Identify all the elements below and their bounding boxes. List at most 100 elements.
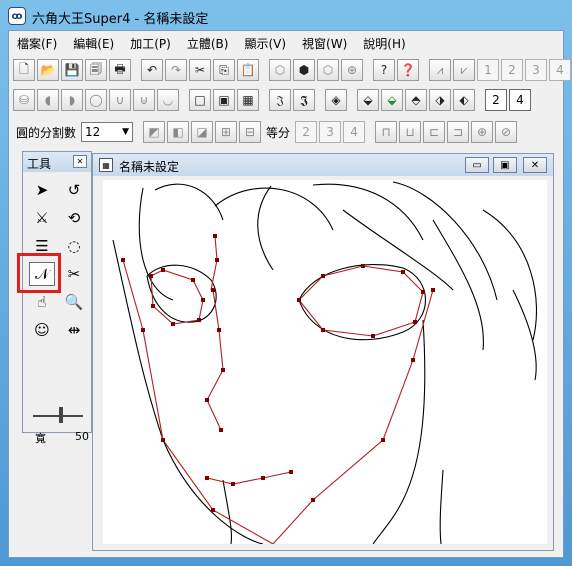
- cylinder-half-button[interactable]: ◖: [37, 89, 59, 111]
- document-title-bar[interactable]: ▦ 名稱未設定 ▭ ▣ ✕: [93, 154, 553, 176]
- polygon-view-button[interactable]: ⬡: [269, 59, 291, 81]
- grid-number-2[interactable]: 2: [485, 89, 507, 111]
- toolbar-separator: [367, 121, 373, 143]
- control-point: [321, 274, 325, 278]
- menu-file[interactable]: 檔案(F): [9, 33, 65, 53]
- cylinder-button[interactable]: ⛁: [13, 89, 35, 111]
- select-tool[interactable]: ➤: [29, 178, 55, 202]
- save-button[interactable]: 💾: [61, 59, 83, 81]
- cup-open-button[interactable]: ⊍: [133, 89, 155, 111]
- cube-outline-button[interactable]: ⬗: [429, 89, 451, 111]
- axis-button-1[interactable]: ⩘: [429, 59, 451, 81]
- text-fx-bold-button[interactable]: 𝕵: [293, 89, 315, 111]
- hand-tool[interactable]: ☝: [29, 290, 55, 314]
- tube-button[interactable]: ◯: [85, 89, 107, 111]
- rectangle-button[interactable]: □: [189, 89, 211, 111]
- cup-button[interactable]: ∪: [109, 89, 131, 111]
- toolbar-separator: [349, 89, 355, 111]
- cut-tool[interactable]: ✂: [61, 262, 87, 286]
- align-icon: ⊔: [405, 125, 415, 139]
- spline-path: [122, 259, 434, 545]
- wire-view-button[interactable]: ⬡: [317, 59, 339, 81]
- copy-button[interactable]: ⎘: [213, 59, 235, 81]
- menu-window[interactable]: 視窗(W): [294, 33, 355, 53]
- tool-palette-close-button[interactable]: ✕: [73, 155, 87, 168]
- tool-palette-title-bar[interactable]: 工具 ✕: [23, 152, 91, 172]
- view-number-3[interactable]: 3: [525, 59, 547, 81]
- question-icon: ?: [380, 63, 388, 77]
- redo-button[interactable]: ↷: [165, 59, 187, 81]
- control-point: [201, 298, 205, 302]
- lasso-tool[interactable]: ◌: [61, 234, 87, 258]
- view-number-1[interactable]: 1: [477, 59, 499, 81]
- text-fx-button[interactable]: 𝔍: [269, 89, 291, 111]
- close-button[interactable]: ✕: [523, 157, 547, 173]
- menu-view[interactable]: 顯示(V): [236, 33, 294, 53]
- menu-edit[interactable]: 編輯(E): [65, 33, 122, 53]
- slider-thumb[interactable]: [59, 407, 63, 423]
- control-point: [197, 318, 201, 322]
- paste-button[interactable]: 📋: [237, 59, 259, 81]
- sphere-view-button[interactable]: ⊕: [341, 59, 363, 81]
- menu-solid[interactable]: 立體(B): [179, 33, 237, 53]
- printer-icon: 🖶: [114, 61, 126, 76]
- equal-number-4[interactable]: 4: [343, 121, 366, 143]
- grid-number-4[interactable]: 4: [509, 89, 531, 111]
- print-button[interactable]: 🖶: [109, 59, 131, 81]
- equal-number-3[interactable]: 3: [319, 121, 342, 143]
- equal-number-2[interactable]: 2: [295, 121, 318, 143]
- copy-icon: ⎘: [219, 62, 229, 77]
- menu-help[interactable]: 說明(H): [355, 33, 413, 53]
- rotate-2-tool[interactable]: ⟲: [61, 206, 87, 230]
- align-button-2[interactable]: ⊔: [399, 121, 422, 143]
- shade-button-1[interactable]: ◩: [143, 121, 166, 143]
- view-number-4[interactable]: 4: [549, 59, 571, 81]
- maximize-button[interactable]: ▣: [493, 157, 517, 173]
- cube-button[interactable]: ⬙: [357, 89, 379, 111]
- control-point: [361, 264, 365, 268]
- context-help-button[interactable]: ❓: [397, 59, 419, 81]
- circle-division-select[interactable]: 12 ▼: [81, 122, 134, 142]
- save-all-button[interactable]: 🗐: [85, 59, 107, 81]
- control-point: [217, 328, 221, 332]
- solid-view-button[interactable]: ⬢: [293, 59, 315, 81]
- width-slider[interactable]: [33, 407, 83, 427]
- undo-button[interactable]: ↶: [141, 59, 163, 81]
- open-file-button[interactable]: 📂: [37, 59, 59, 81]
- mirror-tool[interactable]: ⇹: [61, 318, 87, 342]
- align-button-6[interactable]: ⊘: [495, 121, 518, 143]
- frame-photo-button[interactable]: ▦: [237, 89, 259, 111]
- rotate-tool[interactable]: ↺: [61, 178, 87, 202]
- shade-button-2[interactable]: ◧: [167, 121, 190, 143]
- bowl-button[interactable]: ◡: [157, 89, 179, 111]
- face-tool[interactable]: ☺: [29, 318, 55, 342]
- frame-image-button[interactable]: ▣: [213, 89, 235, 111]
- cut-button[interactable]: ✂: [189, 59, 211, 81]
- cube-dark-button[interactable]: ⬖: [453, 89, 475, 111]
- menu-process[interactable]: 加工(P): [122, 33, 179, 53]
- toolbar-separator: [365, 59, 371, 81]
- new-file-button[interactable]: 🗋: [13, 59, 35, 81]
- shade-button-3[interactable]: ◪: [191, 121, 214, 143]
- save-all-icon: 🗐: [90, 61, 102, 76]
- align-button-1[interactable]: ⊓: [375, 121, 398, 143]
- align-button-4[interactable]: ⊐: [447, 121, 470, 143]
- view-number-2[interactable]: 2: [501, 59, 523, 81]
- align-button-5[interactable]: ⊕: [471, 121, 494, 143]
- flip-button[interactable]: ⊟: [239, 121, 262, 143]
- drawing-svg[interactable]: [103, 180, 547, 545]
- axis-button-2[interactable]: ⩗: [453, 59, 475, 81]
- cylinder-solid-button[interactable]: ◗: [61, 89, 83, 111]
- zoom-tool[interactable]: 🔍: [61, 290, 87, 314]
- material-button[interactable]: ◈: [325, 89, 347, 111]
- drawing-canvas[interactable]: [103, 180, 547, 545]
- mirror-button[interactable]: ⊞: [215, 121, 238, 143]
- title-bar[interactable]: ꝏ 六角大王Super4 - 名稱未設定: [0, 0, 572, 30]
- cube-grey-button[interactable]: ⬘: [405, 89, 427, 111]
- help-button[interactable]: ?: [373, 59, 395, 81]
- cube-green-button[interactable]: ⬙: [381, 89, 403, 111]
- align-button-3[interactable]: ⊏: [423, 121, 446, 143]
- knife-tool[interactable]: ⚔: [29, 206, 55, 230]
- minimize-button[interactable]: ▭: [465, 157, 489, 173]
- control-point: [205, 398, 209, 402]
